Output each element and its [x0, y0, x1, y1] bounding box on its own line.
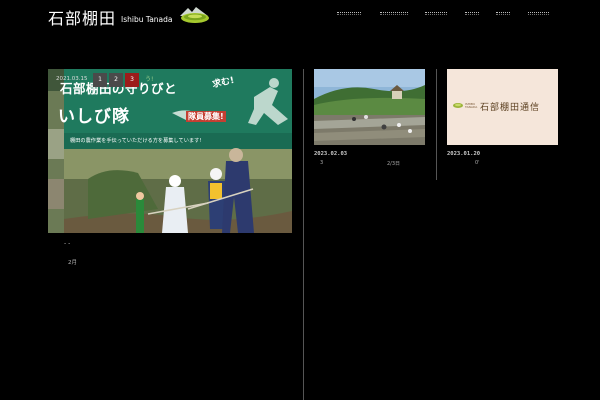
featured-slider[interactable]: 石部棚田の守りびと 求む! いしび隊 隊員募集! 棚田の農作業を手伝っていただけ… [48, 69, 292, 233]
nav-item-1[interactable] [337, 11, 361, 17]
news-card-excerpt-1-left: 3 [320, 160, 324, 166]
terraced-field-photo [314, 69, 425, 145]
slide-caption: - - [64, 240, 71, 247]
recruit-badge: 隊員募集! [186, 111, 226, 122]
newsletter-title: 石部棚田通信 [480, 103, 541, 113]
banner-subtitle: 棚田の農作業を手伝っていただける方を募集しています! [70, 138, 202, 144]
logo-kanji: 石部棚田 [48, 9, 117, 28]
column-divider-2 [436, 69, 437, 180]
nav-item-3[interactable] [425, 11, 447, 17]
nav-item-6[interactable] [528, 11, 549, 17]
pager-button-2[interactable]: 2 [109, 73, 123, 87]
rice-field-icon [453, 103, 463, 108]
slide-date: 2021.03.15 [56, 76, 88, 82]
news-card-image-2[interactable]: ISHIBU TANADA 石部棚田通信 [447, 69, 558, 145]
news-card-date-2: 2023.01.20 [447, 151, 481, 157]
logo-roman: Ishibu Tanada [121, 14, 173, 24]
news-card-excerpt-2: 0' [475, 160, 480, 166]
pager-button-3[interactable]: 3 [125, 73, 139, 87]
news-card-image-1[interactable] [314, 69, 425, 145]
terraced-field-logo-icon [180, 7, 209, 23]
global-nav [330, 11, 560, 23]
nav-item-4[interactable] [465, 11, 479, 17]
news-card-excerpt-1-right: 2/3日 [387, 161, 401, 167]
pager-button-1[interactable]: 1 [93, 73, 107, 87]
news-card-date-1: 2023.02.03 [314, 151, 348, 157]
nav-item-2[interactable] [380, 11, 408, 17]
slide-caption-number: 2月 [68, 260, 77, 266]
slider-pager: 1 2 3 [93, 73, 139, 87]
newsletter-sub: ISHIBU TANADA [465, 102, 478, 109]
column-divider-1 [303, 69, 304, 400]
banner-title2: いしび隊 [58, 107, 130, 127]
site-logo[interactable]: 石部棚田 Ishibu Tanada [48, 6, 209, 28]
pager-tail-text: う! [145, 76, 154, 83]
nav-item-5[interactable] [496, 11, 510, 17]
